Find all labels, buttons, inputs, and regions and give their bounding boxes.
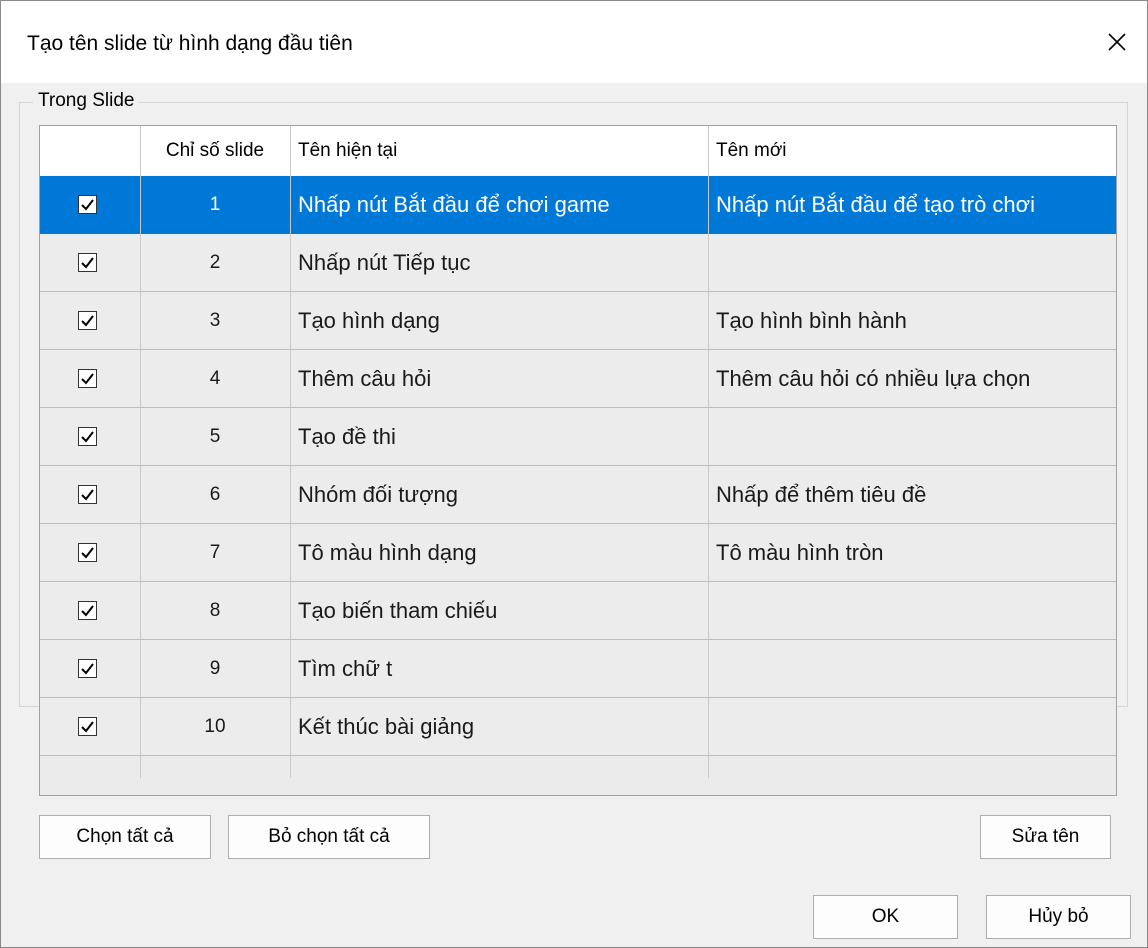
column-divider (290, 126, 291, 778)
new-name-cell[interactable] (708, 582, 1116, 639)
checkmark-icon (81, 605, 94, 617)
checkbox-cell (40, 640, 140, 697)
slide-index-cell: 5 (209, 426, 221, 447)
checkbox-cell (40, 466, 140, 523)
checkmark-icon (81, 721, 94, 733)
dialog-window: Tạo tên slide từ hình dạng đầu tiên Tron… (0, 0, 1148, 948)
table-row[interactable]: 7 Tô màu hình dạng Tô màu hình tròn (40, 524, 1116, 582)
table-row[interactable]: 1 Nhấp nút Bắt đầu để chơi game Nhấp nút B… (40, 176, 1116, 234)
checkmark-icon (81, 373, 94, 385)
current-name-cell[interactable]: Tạo biến tham chiếu (290, 582, 708, 639)
new-name-cell[interactable]: Tô màu hình tròn (708, 524, 1116, 581)
checkbox-cell (40, 292, 140, 349)
new-name-cell[interactable] (708, 408, 1116, 465)
checkbox-cell (40, 524, 140, 581)
table-row[interactable]: 2 Nhấp nút Tiếp tục (40, 234, 1116, 292)
select-all-button[interactable]: Chọn tất cả (39, 815, 211, 859)
checkbox-cell (40, 176, 140, 233)
new-name-cell[interactable]: Nhấp nút Bắt đầu để tạo trò chơi (708, 176, 1116, 233)
row-checkbox[interactable] (78, 311, 97, 330)
row-checkbox[interactable] (78, 253, 97, 272)
close-button[interactable] (1087, 1, 1147, 83)
current-name-cell[interactable]: Nhấp nút Tiếp tục (290, 234, 708, 291)
column-divider (140, 126, 141, 778)
checkmark-icon (81, 315, 94, 327)
new-name-cell[interactable]: Tạo hình bình hành (708, 292, 1116, 349)
title-bar: Tạo tên slide từ hình dạng đầu tiên (1, 1, 1147, 83)
table-row[interactable]: 8 Tạo biến tham chiếu (40, 582, 1116, 640)
slide-index-cell: 2 (209, 252, 221, 273)
row-checkbox[interactable] (78, 601, 97, 620)
new-name-cell[interactable] (708, 640, 1116, 697)
current-name-cell[interactable]: Tạo hình dạng (290, 292, 708, 349)
rename-button[interactable]: Sửa tên (980, 815, 1111, 859)
header-slide-index[interactable]: Chỉ số slide (140, 126, 290, 176)
row-checkbox[interactable] (78, 659, 97, 678)
checkbox-cell (40, 408, 140, 465)
current-name-cell[interactable]: Tìm chữ t (290, 640, 708, 697)
new-name-cell[interactable] (708, 698, 1116, 755)
row-checkbox[interactable] (78, 543, 97, 562)
current-name-cell[interactable]: Tạo đề thi (290, 408, 708, 465)
header-new-name[interactable]: Tên mới (708, 126, 1116, 176)
current-name-cell[interactable]: Tô màu hình dạng (290, 524, 708, 581)
current-name-cell[interactable]: Nhấp nút Bắt đầu để chơi game (290, 176, 708, 233)
slide-index-cell: 10 (204, 716, 226, 737)
table-row[interactable]: 9 Tìm chữ t (40, 640, 1116, 698)
slide-index-cell: 7 (209, 542, 221, 563)
row-checkbox[interactable] (78, 485, 97, 504)
checkmark-icon (81, 257, 94, 269)
row-checkbox[interactable] (78, 717, 97, 736)
header-check[interactable] (40, 126, 140, 176)
row-checkbox[interactable] (78, 369, 97, 388)
checkmark-icon (81, 431, 94, 443)
row-checkbox[interactable] (78, 195, 97, 214)
table-row[interactable]: 10 Kết thúc bài giảng (40, 698, 1116, 756)
checkmark-icon (81, 199, 94, 211)
new-name-cell[interactable]: Thêm câu hỏi có nhiều lựa chọn (708, 350, 1116, 407)
checkmark-icon (81, 547, 94, 559)
current-name-cell[interactable]: Nhóm đối tượng (290, 466, 708, 523)
header-current-name[interactable]: Tên hiện tại (290, 126, 708, 176)
row-checkbox[interactable] (78, 427, 97, 446)
slide-index-cell: 1 (209, 194, 221, 215)
groupbox-label: Trong Slide (33, 90, 140, 112)
ok-button[interactable]: OK (813, 895, 958, 939)
table-header: Chỉ số slide Tên hiện tại Tên mới (40, 126, 1116, 177)
table-row[interactable]: 5 Tạo đề thi (40, 408, 1116, 466)
column-divider (708, 126, 709, 778)
deselect-all-button[interactable]: Bỏ chọn tất cả (228, 815, 430, 859)
checkbox-cell (40, 234, 140, 291)
checkbox-cell (40, 582, 140, 639)
checkbox-cell (40, 350, 140, 407)
new-name-cell[interactable] (708, 234, 1116, 291)
table-row[interactable]: 6 Nhóm đối tượng Nhấp để thêm tiêu đề (40, 466, 1116, 524)
slide-index-cell: 8 (209, 600, 221, 621)
slide-index-cell: 3 (209, 310, 221, 331)
dialog-title: Tạo tên slide từ hình dạng đầu tiên (27, 32, 353, 55)
current-name-cell[interactable]: Thêm câu hỏi (290, 350, 708, 407)
checkmark-icon (81, 489, 94, 501)
current-name-cell[interactable]: Kết thúc bài giảng (290, 698, 708, 755)
checkmark-icon (81, 663, 94, 675)
cancel-button[interactable]: Hủy bỏ (986, 895, 1131, 939)
slide-index-cell: 6 (209, 484, 221, 505)
new-name-cell[interactable]: Nhấp để thêm tiêu đề (708, 466, 1116, 523)
slide-index-cell: 4 (209, 368, 221, 389)
slide-names-table: Chỉ số slide Tên hiện tại Tên mới 1 Nhấp … (39, 125, 1117, 796)
close-icon (1108, 33, 1126, 51)
table-row[interactable]: 4 Thêm câu hỏi Thêm câu hỏi có nhiều lựa c… (40, 350, 1116, 408)
table-row[interactable]: 3 Tạo hình dạng Tạo hình bình hành (40, 292, 1116, 350)
checkbox-cell (40, 698, 140, 755)
slide-index-cell: 9 (209, 658, 221, 679)
